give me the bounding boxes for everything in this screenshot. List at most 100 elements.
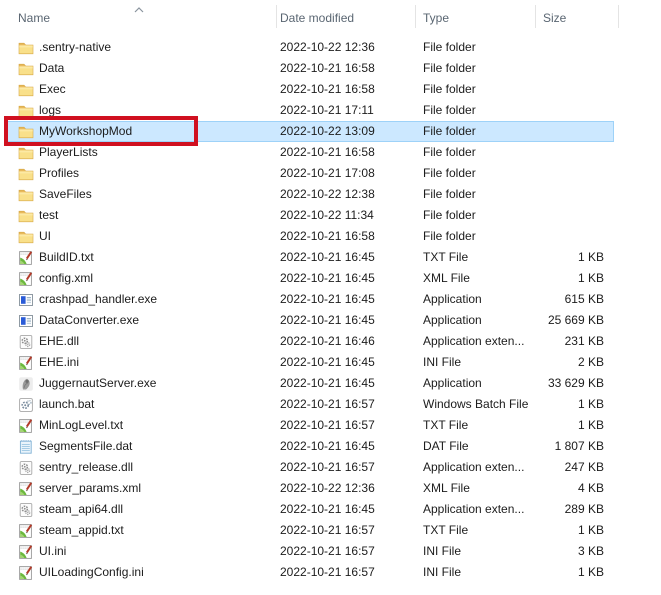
file-row[interactable]: server_params.xml 2022-10-22 12:36 XML Fil… [5,478,614,499]
file-name-cell: Data [18,58,64,79]
file-row[interactable]: PlayerLists 2022-10-21 16:58 File folder [5,142,614,163]
column-separator[interactable] [618,5,619,28]
folder-icon [18,82,34,98]
column-header-bar: Name Date modified Type Size [0,0,661,32]
column-header-type[interactable]: Type [423,11,449,25]
file-name-cell: steam_appid.txt [18,520,124,541]
size-cell: 1 KB [577,271,604,285]
dll-gears-icon [18,334,34,350]
file-row[interactable]: UI 2022-10-21 16:58 File folder [5,226,614,247]
file-row[interactable]: Data 2022-10-21 16:58 File folder [5,58,614,79]
file-row[interactable]: EHE.dll 2022-10-21 16:46 Application exten… [5,331,614,352]
type-cell: File folder [423,166,476,180]
size-cell: 247 KB [564,460,604,474]
file-row[interactable]: DataConverter.exe 2022-10-21 16:45 Applica… [5,310,614,331]
file-row[interactable]: BuildID.txt 2022-10-21 16:45 TXT File 1 KB [5,247,614,268]
date-modified-cell: 2022-10-21 16:45 [280,313,375,327]
type-cell: File folder [423,145,476,159]
file-name-label: steam_appid.txt [39,523,124,537]
text-document-icon [18,481,34,497]
size-cell: 33 629 KB [547,376,604,390]
type-cell: File folder [423,40,476,54]
column-separator[interactable] [276,5,277,28]
size-cell: 615 KB [564,292,604,306]
date-modified-cell: 2022-10-21 16:57 [280,565,375,579]
file-row[interactable]: SaveFiles 2022-10-22 12:38 File folder [5,184,614,205]
date-modified-cell: 2022-10-21 16:45 [280,355,375,369]
file-row[interactable]: SegmentsFile.dat 2022-10-21 16:45 DAT File… [5,436,614,457]
file-name-label: DataConverter.exe [39,313,140,327]
file-name-label: MyWorkshopMod [39,124,133,138]
file-row[interactable]: JuggernautServer.exe 2022-10-21 16:45 Appl… [5,373,614,394]
file-name-label: SaveFiles [39,187,92,201]
type-cell: File folder [423,208,476,222]
date-modified-cell: 2022-10-22 12:38 [280,187,375,201]
file-row[interactable]: steam_api64.dll 2022-10-21 16:45 Applicati… [5,499,614,520]
date-modified-cell: 2022-10-21 16:58 [280,145,375,159]
column-header-date-modified[interactable]: Date modified [280,11,354,25]
file-name-cell: EHE.dll [18,331,79,352]
date-modified-cell: 2022-10-21 16:57 [280,460,375,474]
file-name-cell: server_params.xml [18,478,141,499]
file-row[interactable]: MyWorkshopMod 2022-10-22 13:09 File folder [5,121,614,142]
file-name-cell: config.xml [18,268,93,289]
column-separator[interactable] [535,5,536,28]
file-name-label: test [39,208,59,222]
folder-icon [18,166,34,182]
file-row[interactable]: Exec 2022-10-21 16:58 File folder [5,79,614,100]
file-name-cell: MinLogLevel.txt [18,415,123,436]
file-name-label: server_params.xml [39,481,142,495]
date-modified-cell: 2022-10-21 16:45 [280,292,375,306]
file-name-label: PlayerLists [39,145,98,159]
file-row[interactable]: EHE.ini 2022-10-21 16:45 INI File 2 KB [5,352,614,373]
file-name-cell: steam_api64.dll [18,499,123,520]
file-name-cell: JuggernautServer.exe [18,373,156,394]
date-modified-cell: 2022-10-21 17:11 [280,103,374,117]
folder-icon [18,145,34,161]
size-cell: 1 KB [577,397,604,411]
type-cell: File folder [423,61,476,75]
column-separator[interactable] [415,5,416,28]
file-name-label: EHE.dll [39,334,80,348]
file-row[interactable]: test 2022-10-22 11:34 File folder [5,205,614,226]
file-row[interactable]: crashpad_handler.exe 2022-10-21 16:45 Appl… [5,289,614,310]
folder-icon [18,229,34,245]
file-row[interactable]: Profiles 2022-10-21 17:08 File folder [5,163,614,184]
text-document-icon [18,544,34,560]
file-name-cell: SegmentsFile.dat [18,436,132,457]
file-name-cell: PlayerLists [18,142,98,163]
size-cell: 1 807 KB [554,439,604,453]
file-name-cell: UI.ini [18,541,66,562]
date-modified-cell: 2022-10-21 16:58 [280,61,375,75]
date-modified-cell: 2022-10-21 16:58 [280,82,375,96]
file-name-cell: .sentry-native [18,37,111,58]
file-name-label: EHE.ini [39,355,80,369]
file-row[interactable]: UI.ini 2022-10-21 16:57 INI File 3 KB [5,541,614,562]
date-modified-cell: 2022-10-21 16:58 [280,229,375,243]
file-name-label: crashpad_handler.exe [39,292,158,306]
date-modified-cell: 2022-10-22 12:36 [280,481,375,495]
file-row[interactable]: config.xml 2022-10-21 16:45 XML File 1 KB [5,268,614,289]
file-row[interactable]: .sentry-native 2022-10-22 12:36 File folde… [5,37,614,58]
file-row[interactable]: MinLogLevel.txt 2022-10-21 16:57 TXT File 1… [5,415,614,436]
chevron-up-icon [133,3,145,13]
size-cell: 1 KB [577,418,604,432]
file-row[interactable]: logs 2022-10-21 17:11 File folder [5,100,614,121]
file-row[interactable]: sentry_release.dll 2022-10-21 16:57 Applic… [5,457,614,478]
file-row[interactable]: steam_appid.txt 2022-10-21 16:57 TXT File 1… [5,520,614,541]
text-document-icon [18,250,34,266]
size-cell: 3 KB [577,544,604,558]
file-name-label: steam_api64.dll [39,502,124,516]
column-header-name[interactable]: Name [18,11,50,25]
file-row[interactable]: UILoadingConfig.ini 2022-10-21 16:57 INI F… [5,562,614,583]
file-name-label: launch.bat [39,397,95,411]
type-cell: File folder [423,103,476,117]
file-row[interactable]: launch.bat 2022-10-21 16:57 Windows Batch … [5,394,614,415]
file-name-cell: logs [18,100,61,121]
file-name-cell: Exec [18,79,66,100]
column-header-size[interactable]: Size [543,11,566,25]
file-name-cell: UI [18,226,51,247]
file-name-cell: Profiles [18,163,79,184]
file-name-cell: UILoadingConfig.ini [18,562,144,583]
date-modified-cell: 2022-10-21 16:57 [280,397,375,411]
